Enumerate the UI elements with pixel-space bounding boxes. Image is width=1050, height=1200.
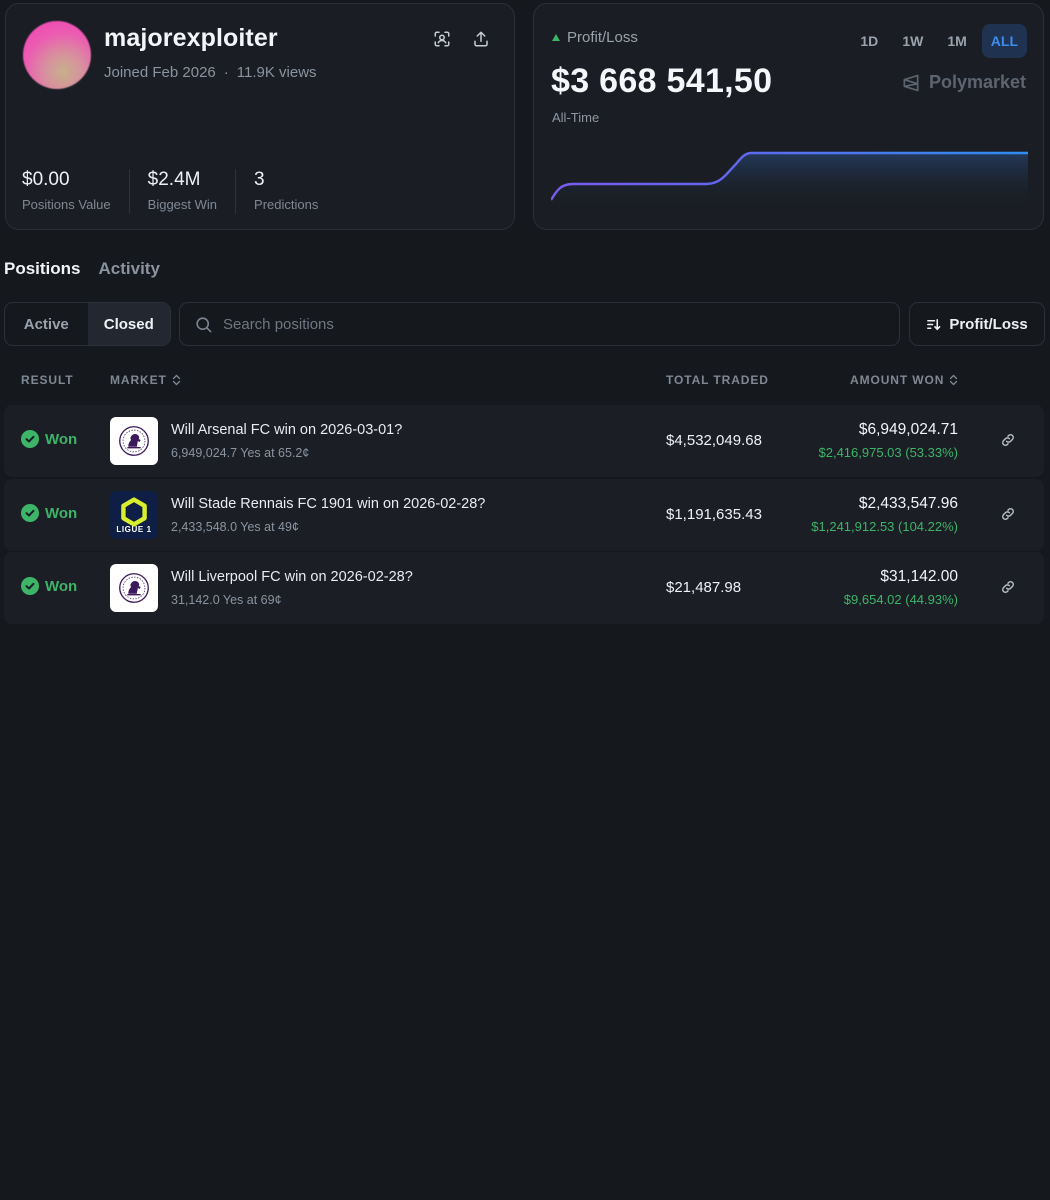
amount-won: $6,949,024.71 — [858, 421, 958, 438]
market-title[interactable]: Will Liverpool FC win on 2026-02-28? — [171, 569, 413, 585]
profile-card: majorexploiter Joined Feb 2026 · 11.9K vie… — [5, 3, 515, 230]
polymarket-logo-icon — [903, 74, 919, 91]
profit-gain: $2,416,975.03 (53.33%) — [818, 445, 959, 460]
share-button[interactable] — [470, 28, 492, 50]
total-traded: $4,532,049.68 — [666, 432, 762, 449]
search-box[interactable] — [179, 302, 900, 346]
result-text: Won — [45, 577, 78, 595]
positions-toolbar: Active Closed Profit/Loss — [4, 302, 1045, 346]
column-header-market[interactable]: MARKET — [110, 373, 181, 387]
result-badge: Won — [21, 577, 77, 595]
market-shares: 6,949,024.7 Yes at 65.2¢ — [171, 446, 310, 460]
column-header-result: RESULT — [21, 373, 74, 387]
pnl-period: All-Time — [552, 110, 600, 125]
sort-toggle-icon — [172, 374, 180, 386]
table-row[interactable]: Won Will Liverpool FC win on 2026-02-28?… — [4, 552, 1044, 624]
profit-gain: $9,654.02 (44.93%) — [843, 592, 958, 607]
range-tab-1w[interactable]: 1W — [893, 24, 932, 58]
meta-separator: · — [223, 64, 229, 81]
pnl-label: Profit/Loss — [552, 29, 638, 46]
main-tabs: Positions Activity — [4, 259, 160, 279]
amount-won: $31,142.00 — [880, 568, 958, 585]
search-input[interactable] — [223, 315, 863, 333]
view-count: 11.9K views — [236, 64, 317, 81]
ligue-1-wordmark: LIGUE 1 — [116, 524, 152, 534]
column-header-label: MARKET — [110, 373, 167, 387]
profit-gain: $1,241,912.53 (104.22%) — [811, 519, 958, 534]
search-icon — [196, 316, 212, 332]
check-circle-icon — [21, 504, 39, 522]
pnl-value: $3 668 541,50 — [551, 62, 773, 100]
pnl-chart — [551, 151, 1028, 210]
up-triangle-icon — [552, 34, 560, 41]
market-title[interactable]: Will Arsenal FC win on 2026-03-01? — [171, 422, 402, 438]
pnl-label-text: Profit/Loss — [567, 29, 638, 46]
link-icon — [1002, 581, 1014, 593]
stat-value: $0.00 — [22, 169, 70, 190]
range-tab-all[interactable]: ALL — [981, 24, 1027, 58]
table-row[interactable]: Won LIGUE 1 Will Stade Rennais FC 1901 w… — [4, 479, 1044, 551]
total-traded: $21,487.98 — [666, 579, 742, 596]
premier-league-logo — [110, 564, 158, 612]
sort-toggle-icon — [950, 374, 958, 386]
range-tab-1d[interactable]: 1D — [851, 24, 887, 58]
column-header-label: AMOUNT WON — [850, 373, 945, 387]
scan-user-icon — [434, 31, 450, 47]
username: majorexploiter — [104, 24, 278, 52]
link-icon — [1002, 434, 1014, 446]
tab-activity[interactable]: Activity — [99, 259, 160, 279]
market-title[interactable]: Will Stade Rennais FC 1901 win on 2026-0… — [171, 496, 485, 512]
stat-biggest-win: $2.4M Biggest Win — [147, 169, 237, 214]
tab-positions[interactable]: Positions — [4, 259, 81, 279]
column-header-amount-won[interactable]: AMOUNT WON — [850, 373, 958, 387]
result-badge: Won — [21, 504, 77, 522]
range-tab-1m[interactable]: 1M — [938, 24, 975, 58]
result-text: Won — [45, 430, 78, 448]
stat-value: $2.4M — [147, 169, 201, 190]
result-badge: Won — [21, 430, 77, 448]
stat-label: Predictions — [254, 197, 319, 212]
link-button[interactable] — [1000, 579, 1018, 597]
profile-stats: $0.00 Positions Value $2.4M Biggest Win … — [22, 169, 354, 214]
column-header-traded: TOTAL TRADED — [666, 373, 769, 387]
premier-league-logo — [110, 417, 158, 465]
amount-won: $2,433,547.96 — [858, 495, 958, 512]
link-button[interactable] — [1000, 506, 1018, 524]
range-tabs: 1D 1W 1M ALL — [851, 24, 1027, 58]
check-circle-icon — [21, 577, 39, 595]
filter-closed-button[interactable]: Closed — [87, 303, 170, 345]
scan-button[interactable] — [431, 28, 453, 50]
stat-label: Positions Value — [22, 197, 111, 212]
share-icon — [474, 31, 488, 47]
pnl-card: Profit/Loss 1D 1W 1M ALL $3 668 541,50 A… — [533, 3, 1044, 230]
stat-value: 3 — [254, 169, 265, 190]
brand-name: Polymarket — [928, 72, 1026, 92]
table-row[interactable]: Won Will Arsenal FC win on 2026-03-01? 6… — [4, 405, 1044, 477]
check-circle-icon — [21, 430, 39, 448]
link-button[interactable] — [1000, 432, 1018, 450]
sort-icon — [927, 318, 941, 330]
column-header-label: RESULT — [21, 373, 74, 387]
total-traded: $1,191,635.43 — [666, 506, 762, 523]
polymarket-brand: Polymarket — [901, 72, 1026, 93]
joined-date: Joined Feb 2026 — [104, 64, 216, 81]
filter-active-button[interactable]: Active — [5, 303, 88, 345]
sort-button[interactable]: Profit/Loss — [909, 302, 1045, 346]
pnl-area — [551, 153, 1028, 210]
profile-meta: Joined Feb 2026 · 11.9K views — [104, 64, 317, 81]
result-text: Won — [45, 504, 78, 522]
stat-label: Biggest Win — [147, 197, 218, 212]
ligue-1-logo: LIGUE 1 — [110, 491, 158, 539]
stat-positions-value: $0.00 Positions Value — [22, 169, 130, 214]
avatar[interactable] — [23, 21, 91, 89]
stat-predictions: 3 Predictions — [254, 169, 336, 214]
status-filter: Active Closed — [4, 302, 171, 346]
market-shares: 31,142.0 Yes at 69¢ — [171, 593, 282, 607]
market-shares: 2,433,548.0 Yes at 49¢ — [171, 520, 299, 534]
sort-label: Profit/Loss — [949, 315, 1028, 333]
link-icon — [1002, 508, 1014, 520]
column-header-label: TOTAL TRADED — [666, 373, 769, 387]
